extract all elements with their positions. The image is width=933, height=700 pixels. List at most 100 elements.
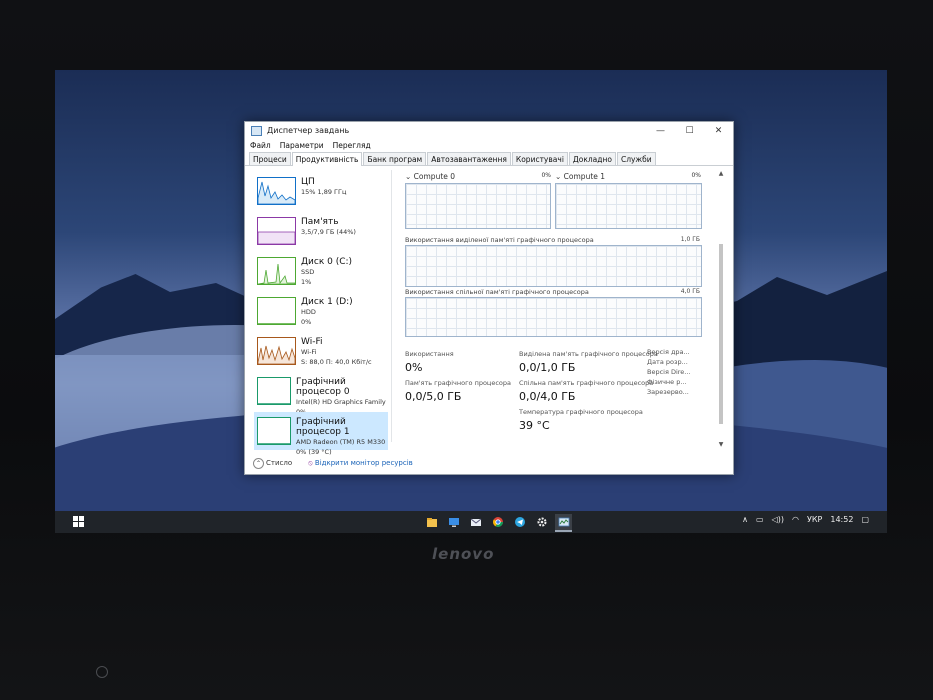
battery-icon[interactable]: ▭: [756, 515, 764, 524]
engine-percent: 0%: [541, 172, 551, 179]
dedicated-memory-stat-value: 0,0/1,0 ГБ: [519, 361, 576, 374]
dedicated-memory-max: 1,0 ГБ: [680, 236, 700, 243]
resource-detail: HDD: [301, 308, 316, 316]
resource-monitor-link[interactable]: ⦸ Відкрити монітор ресурсів: [308, 459, 413, 468]
dedicated-memory-stat-label: Виділена пам'ять графічного процесора: [519, 350, 658, 358]
engine-percent: 0%: [691, 172, 701, 179]
start-button[interactable]: [73, 516, 85, 528]
resource-detail: 0%: [301, 318, 312, 326]
resource-item-disk0[interactable]: Диск 0 (C:) SSD 1%: [254, 252, 388, 290]
engine-header-0[interactable]: ⌄ Compute 0 0%: [405, 172, 551, 181]
shared-memory-stat-label: Спільна пам'ять графічного процесора: [519, 379, 654, 387]
power-icon: [96, 666, 108, 678]
engine-name: Compute 0: [413, 172, 456, 181]
gpu-detail-panel: ⌄ Compute 0 0% ⌄ Compute 1 0% Використан…: [397, 170, 727, 448]
resource-detail: AMD Radeon (TM) R5 M330: [296, 438, 386, 446]
window-title: Диспетчер завдань: [267, 126, 350, 135]
minimize-button[interactable]: —: [646, 126, 675, 136]
fewer-details-label: Стисло: [266, 459, 293, 467]
resource-detail: Intel(R) HD Graphics Family: [296, 398, 386, 406]
resource-detail: Wi-Fi: [301, 348, 317, 356]
volume-icon[interactable]: ◁)): [772, 515, 784, 524]
system-tray: ∧ ▭ ◁)) ◠ УКР 14:52 ▢: [742, 515, 869, 524]
shared-memory-graph: [405, 297, 702, 337]
task-manager-icon[interactable]: [555, 514, 572, 532]
tab-processes[interactable]: Процеси: [249, 152, 291, 165]
monitor-icon[interactable]: [445, 514, 462, 530]
compute1-graph: [555, 183, 702, 229]
resource-detail: SSD: [301, 268, 315, 276]
gpu-memory-value: 0,0/5,0 ГБ: [405, 390, 462, 403]
tab-startup[interactable]: Автозавантаження: [427, 152, 511, 165]
chevron-up-icon: ⌃: [253, 458, 264, 469]
usage-label: Використання: [405, 350, 454, 358]
chrome-icon[interactable]: [489, 514, 506, 530]
notifications-icon[interactable]: ▢: [861, 515, 869, 524]
wifi-icon[interactable]: ◠: [792, 515, 799, 524]
resource-list: ЦП 15% 1,89 ГГц Пам'ять 3,5/7,9 ГБ (44%)…: [252, 170, 392, 456]
chevron-down-icon: ⌄: [405, 172, 414, 181]
shared-memory-label: Використання спільної пам'яті графічного…: [405, 288, 589, 296]
temperature-label: Температура графічного процесора: [519, 408, 643, 416]
resource-item-gpu0[interactable]: Графічний процесор 0 Intel(R) HD Graphic…: [254, 372, 388, 416]
footer: ⌃ Стисло ⦸ Відкрити монітор ресурсів: [253, 458, 413, 469]
gpu-memory-label: Пам'ять графічного процесора: [405, 379, 512, 387]
resource-monitor-icon: ⦸: [308, 459, 315, 467]
menu-file[interactable]: Файл: [250, 141, 271, 150]
maximize-button[interactable]: ☐: [675, 126, 704, 136]
resource-detail: 3,5/7,9 ГБ (44%): [301, 228, 356, 236]
task-manager-app-icon: [251, 125, 262, 136]
dedicated-memory-label: Використання виділеної пам'яті графічног…: [405, 236, 594, 244]
task-manager-window: Диспетчер завдань — ☐ ✕ Файл Параметри П…: [244, 121, 734, 475]
shared-memory-stat-value: 0,0/4,0 ГБ: [519, 390, 576, 403]
resource-item-wifi[interactable]: Wi-Fi Wi-Fi S: 88,0 П: 40,0 Кбіт/с: [254, 332, 388, 370]
chevron-down-icon: ⌄: [555, 172, 564, 181]
explorer-icon[interactable]: [423, 514, 440, 530]
memory-thumbnail-graph: [257, 217, 296, 245]
scroll-up-icon[interactable]: ▲: [717, 170, 725, 177]
scroll-down-icon[interactable]: ▼: [717, 441, 725, 448]
show-hidden-icons-icon[interactable]: ∧: [742, 515, 748, 524]
shared-memory-max: 4,0 ГБ: [680, 288, 700, 295]
property-label: Версія дра...: [647, 348, 690, 356]
gpu0-thumbnail-graph: [257, 377, 292, 405]
tab-performance[interactable]: Продуктивність: [291, 152, 363, 166]
resource-title: Графічний процесор 0: [296, 377, 350, 397]
tab-users[interactable]: Користувачі: [511, 152, 568, 165]
telegram-icon[interactable]: [511, 514, 528, 530]
engine-header-1[interactable]: ⌄ Compute 1 0%: [555, 172, 701, 181]
mail-icon[interactable]: [467, 514, 484, 530]
language-indicator[interactable]: УКР: [807, 515, 822, 524]
resource-item-memory[interactable]: Пам'ять 3,5/7,9 ГБ (44%): [254, 212, 388, 250]
tab-services[interactable]: Служби: [616, 152, 656, 165]
taskbar: ∧ ▭ ◁)) ◠ УКР 14:52 ▢: [55, 511, 887, 533]
resource-item-cpu[interactable]: ЦП 15% 1,89 ГГц: [254, 172, 388, 210]
menu-view[interactable]: Перегляд: [333, 141, 371, 150]
menu-bar: Файл Параметри Перегляд: [245, 139, 733, 152]
menu-options[interactable]: Параметри: [280, 141, 324, 150]
title-bar: Диспетчер завдань — ☐ ✕: [245, 122, 733, 139]
resource-title: Wi-Fi: [301, 337, 323, 347]
resource-detail: 1%: [301, 278, 312, 286]
settings-icon[interactable]: [533, 514, 550, 530]
property-label: Дата розр...: [647, 358, 688, 366]
fewer-details-button[interactable]: ⌃ Стисло: [253, 458, 292, 469]
tab-app-history[interactable]: Банк програм: [363, 152, 427, 165]
resource-detail: 15% 1,89 ГГц: [301, 188, 347, 196]
vertical-scrollbar[interactable]: ▲ ▼: [717, 170, 725, 448]
disk1-thumbnail-graph: [257, 297, 296, 325]
resource-detail: S: 88,0 П: 40,0 Кбіт/с: [301, 358, 372, 366]
gpu-properties: Версія дра... Дата розр... Версія Dire..…: [647, 347, 690, 397]
resource-title: Диск 1 (D:): [301, 297, 353, 307]
resource-item-disk1[interactable]: Диск 1 (D:) HDD 0%: [254, 292, 388, 330]
resource-title: Пам'ять: [301, 217, 339, 227]
tab-bar: Процеси Продуктивність Банк програм Авто…: [245, 152, 733, 166]
close-button[interactable]: ✕: [704, 126, 733, 136]
scrollbar-thumb[interactable]: [719, 244, 723, 424]
clock[interactable]: 14:52: [830, 515, 853, 524]
tab-details[interactable]: Докладно: [568, 152, 616, 165]
disk0-thumbnail-graph: [257, 257, 296, 285]
gpu1-thumbnail-graph: [257, 417, 292, 445]
usage-value: 0%: [405, 361, 423, 374]
resource-item-gpu1[interactable]: Графічний процесор 1 AMD Radeon (TM) R5 …: [254, 412, 388, 456]
